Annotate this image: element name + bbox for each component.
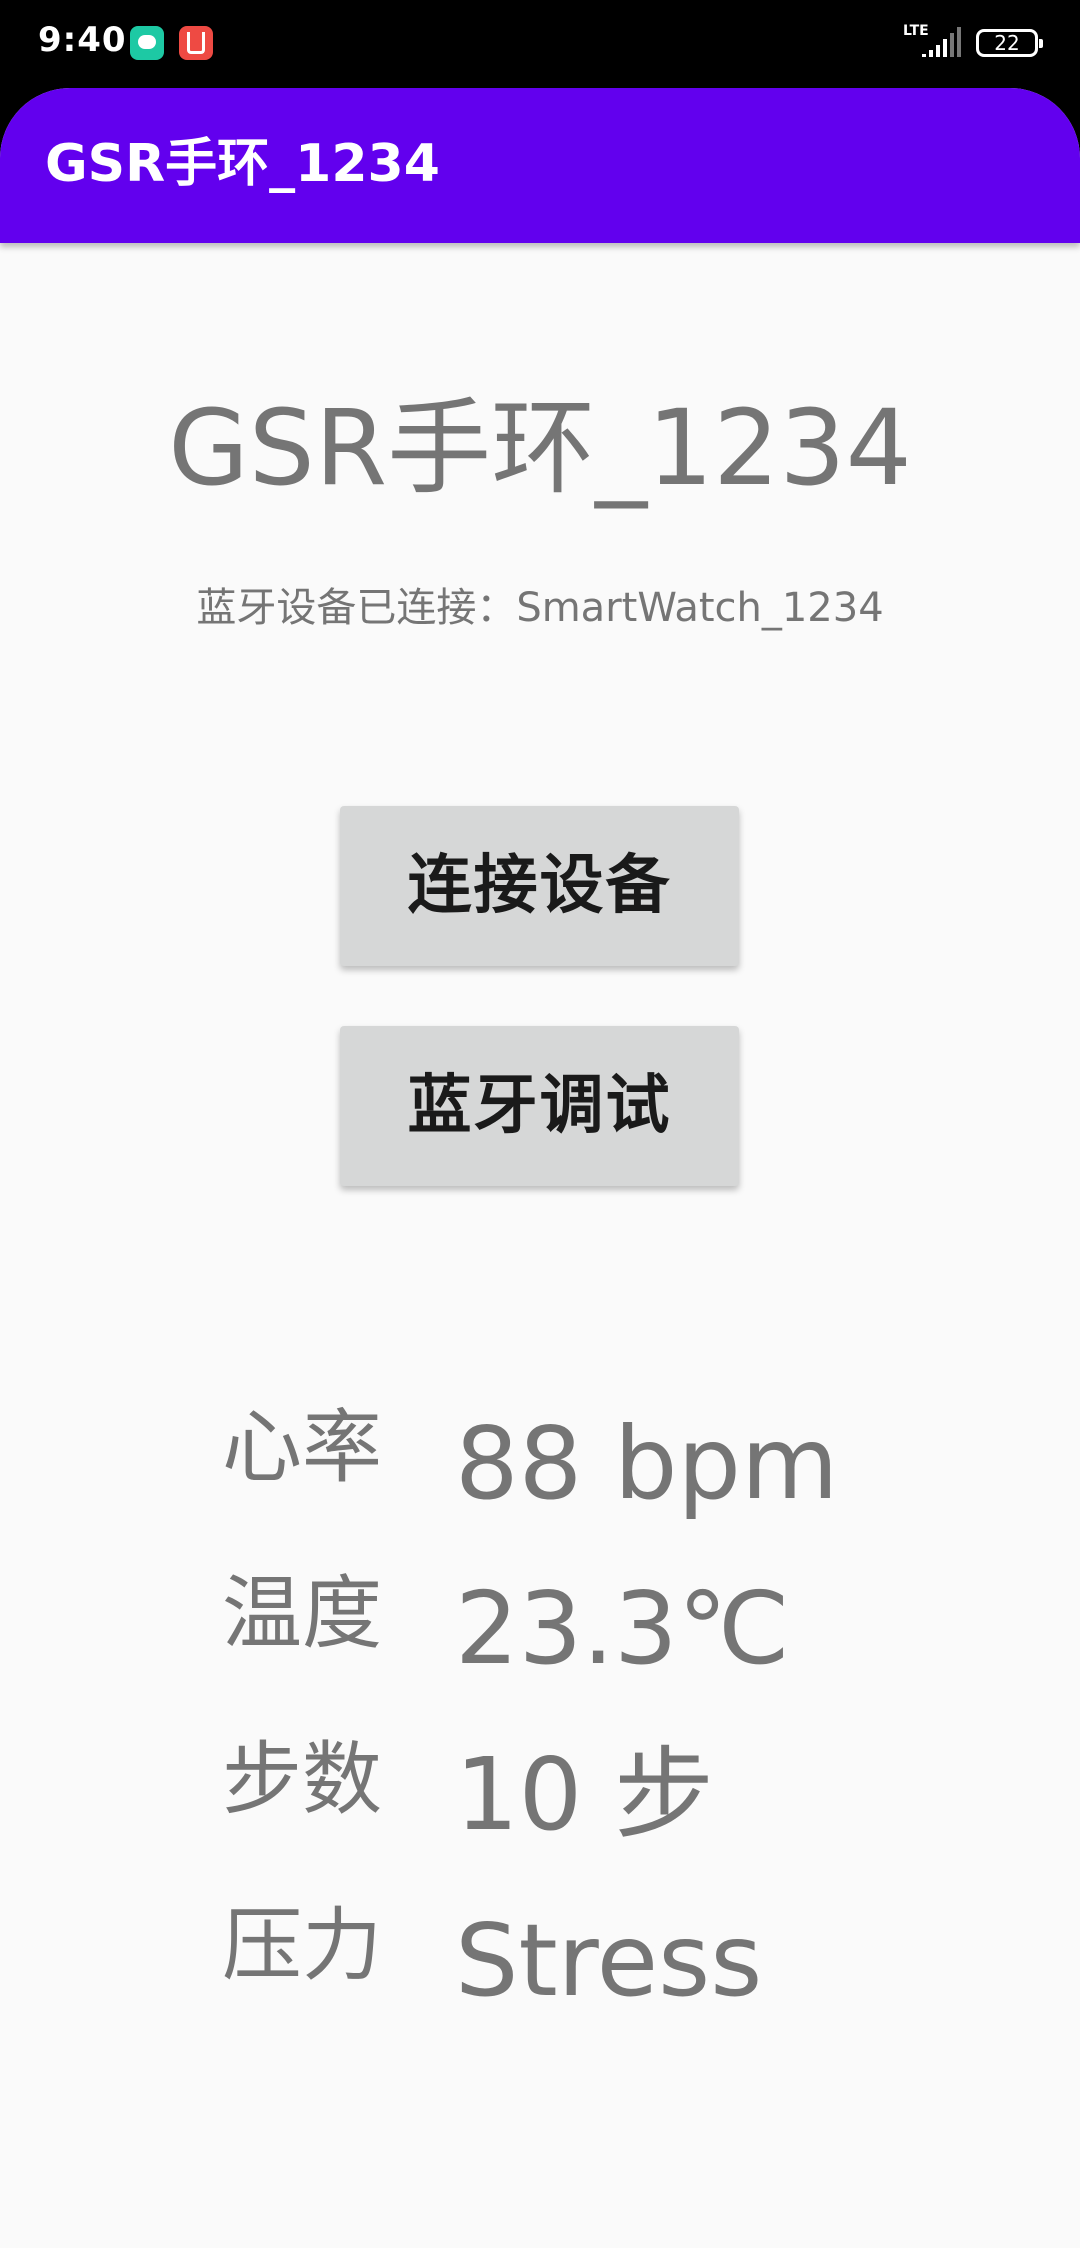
connect-device-button[interactable]: 连接设备 <box>340 806 739 966</box>
stress-value: Stress <box>455 1902 763 2019</box>
connection-status: 蓝牙设备已连接：SmartWatch_1234 <box>196 585 884 631</box>
app-bar-title: GSR手环_1234 <box>45 134 440 194</box>
device-title: GSR手环_1234 <box>168 387 912 509</box>
temperature-value: 23.3℃ <box>455 1570 790 1687</box>
steps-label: 步数 <box>222 1733 382 1826</box>
signal-icon <box>922 27 961 57</box>
app-screen: GSR手环_1234 GSR手环_1234 蓝牙设备已连接：SmartWatch… <box>0 88 1080 2248</box>
gift-icon <box>179 26 213 60</box>
chat-icon <box>130 26 164 60</box>
status-bar: 9:40 LTE 22 <box>0 0 1080 88</box>
status-time: 9:40 <box>38 20 127 60</box>
temperature-label: 温度 <box>222 1567 382 1660</box>
heart-rate-label: 心率 <box>222 1401 382 1494</box>
stress-label: 压力 <box>222 1899 382 1992</box>
bluetooth-debug-button[interactable]: 蓝牙调试 <box>340 1026 739 1186</box>
heart-rate-value: 88 bpm <box>455 1405 839 1522</box>
steps-value: 10 步 <box>455 1736 715 1853</box>
app-bar: GSR手环_1234 <box>0 88 1080 243</box>
battery-icon: 22 <box>976 29 1043 57</box>
